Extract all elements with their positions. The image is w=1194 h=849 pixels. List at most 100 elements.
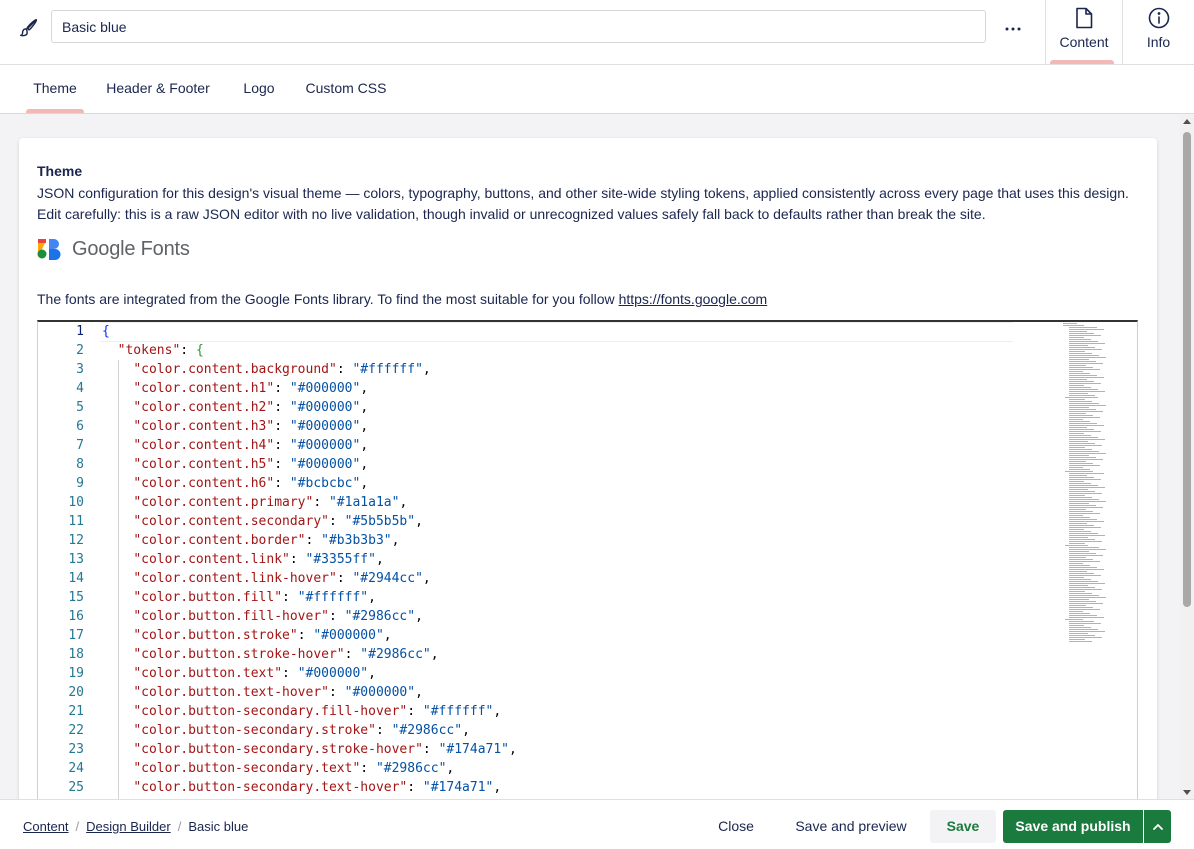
minimap-line bbox=[1069, 487, 1105, 488]
minimap-line bbox=[1063, 323, 1077, 324]
json-value: "#000000" bbox=[289, 457, 361, 472]
minimap-line bbox=[1069, 551, 1089, 552]
line-number: 6 bbox=[76, 419, 84, 434]
code-line: "color.button.fill": "#ffffff", bbox=[133, 590, 376, 605]
minimap-line bbox=[1069, 501, 1106, 502]
minimap-line bbox=[1069, 611, 1083, 612]
minimap-line bbox=[1069, 435, 1091, 436]
minimap-line bbox=[1069, 383, 1101, 384]
minimap-line bbox=[1069, 571, 1087, 572]
code-line: "color.content.h6": "#bcbcbc", bbox=[133, 476, 369, 491]
json-value: "#000000" bbox=[289, 419, 361, 434]
breadcrumb-content[interactable]: Content bbox=[23, 819, 69, 834]
json-value: "#2986cc" bbox=[344, 609, 416, 624]
tab-theme[interactable]: Theme bbox=[26, 65, 84, 113]
save-and-preview-button[interactable]: Save and preview bbox=[785, 810, 917, 843]
minimap-line bbox=[1069, 431, 1101, 432]
fonts-note: The fonts are integrated from the Google… bbox=[37, 291, 767, 307]
minimap-line bbox=[1069, 497, 1092, 498]
theme-title: Theme bbox=[37, 163, 83, 179]
line-number: 5 bbox=[76, 400, 84, 415]
json-brace: { bbox=[102, 324, 110, 339]
google-fonts-link[interactable]: https://fonts.google.com bbox=[619, 291, 768, 307]
minimap-line bbox=[1065, 619, 1083, 620]
minimap-line bbox=[1069, 561, 1100, 562]
minimap-line bbox=[1069, 365, 1086, 366]
minimap-line bbox=[1069, 389, 1098, 390]
tab-custom-css[interactable]: Custom CSS bbox=[304, 65, 388, 113]
json-key: "color.content.h2" bbox=[133, 400, 275, 415]
minimap-line bbox=[1069, 489, 1088, 490]
line-number: 3 bbox=[76, 362, 84, 377]
minimap-line bbox=[1069, 579, 1091, 580]
scroll-down-arrow-icon[interactable] bbox=[1183, 790, 1191, 795]
line-number: 4 bbox=[76, 381, 84, 396]
minimap-line bbox=[1069, 357, 1106, 358]
line-number: 10 bbox=[68, 495, 84, 510]
editor-minimap[interactable] bbox=[1063, 323, 1123, 653]
minimap-line bbox=[1069, 641, 1092, 642]
tab-header-footer[interactable]: Header & Footer bbox=[103, 65, 213, 113]
minimap-line bbox=[1069, 607, 1093, 608]
scroll-up-arrow-icon[interactable] bbox=[1183, 119, 1191, 124]
line-number: 9 bbox=[76, 476, 84, 491]
google-fonts-wordmark: Google Fonts bbox=[72, 237, 190, 260]
minimap-line bbox=[1069, 517, 1090, 518]
minimap-line bbox=[1069, 559, 1093, 560]
minimap-line bbox=[1069, 391, 1105, 392]
line-number: 14 bbox=[68, 571, 84, 586]
minimap-line bbox=[1069, 595, 1099, 596]
minimap-line bbox=[1069, 547, 1099, 548]
json-value: "#1a1a1a" bbox=[328, 495, 400, 510]
code-line: "color.content.h5": "#000000", bbox=[133, 457, 369, 472]
more-options-button[interactable] bbox=[1000, 16, 1026, 42]
json-editor[interactable]: 1 2 3 4 5 6 7 8 9 10 11 12 13 14 15 16 17 18 19 20 21 22 23 24 2… bbox=[37, 320, 1138, 799]
page-scrollbar[interactable] bbox=[1180, 115, 1194, 799]
tab-header-footer-label: Header & Footer bbox=[106, 80, 210, 96]
line-number: 18 bbox=[68, 647, 84, 662]
line-number: 11 bbox=[68, 514, 84, 529]
code-line: "color.content.h4": "#000000", bbox=[133, 438, 369, 453]
breadcrumb-design-builder[interactable]: Design Builder bbox=[86, 819, 171, 834]
minimap-line bbox=[1069, 363, 1103, 364]
minimap-line bbox=[1069, 481, 1084, 482]
json-key: "color.content.h6" bbox=[133, 476, 275, 491]
line-number: 22 bbox=[68, 723, 84, 738]
minimap-line bbox=[1069, 417, 1100, 418]
scroll-thumb[interactable] bbox=[1183, 132, 1191, 607]
minimap-line bbox=[1069, 441, 1088, 442]
minimap-line bbox=[1069, 341, 1098, 342]
minimap-line bbox=[1069, 387, 1091, 388]
minimap-line bbox=[1069, 581, 1098, 582]
save-and-publish-button[interactable]: Save and publish bbox=[1003, 810, 1143, 843]
minimap-line bbox=[1069, 359, 1089, 360]
minimap-line bbox=[1069, 447, 1085, 448]
publish-options-button[interactable] bbox=[1144, 810, 1171, 843]
json-value: "#bcbcbc" bbox=[289, 476, 361, 491]
json-value: "#2986cc" bbox=[360, 647, 431, 662]
json-value: "#000000" bbox=[344, 685, 416, 700]
json-key: "color.button-secondary.text-hover" bbox=[133, 780, 408, 795]
minimap-line bbox=[1069, 639, 1085, 640]
breadcrumb: Content / Design Builder / Basic blue bbox=[23, 819, 248, 834]
minimap-line bbox=[1069, 419, 1083, 420]
design-name-input[interactable] bbox=[51, 10, 986, 43]
tab-logo[interactable]: Logo bbox=[238, 65, 280, 113]
chevron-up-icon bbox=[1152, 823, 1163, 830]
content-app-button[interactable]: Content bbox=[1045, 0, 1122, 64]
close-button[interactable]: Close bbox=[704, 810, 768, 843]
save-button[interactable]: Save bbox=[930, 810, 996, 843]
code-area[interactable]: { "tokens": { "color.content.background"… bbox=[100, 322, 1013, 799]
minimap-line bbox=[1069, 461, 1086, 462]
minimap-line bbox=[1069, 529, 1084, 530]
info-app-button[interactable]: Info bbox=[1122, 0, 1194, 64]
code-line: "color.content.primary": "#1a1a1a", bbox=[133, 495, 408, 510]
minimap-line bbox=[1069, 633, 1088, 634]
minimap-line bbox=[1069, 351, 1085, 352]
json-value: "#ffffff" bbox=[422, 704, 494, 719]
tab-custom-css-label: Custom CSS bbox=[305, 80, 387, 96]
minimap-line bbox=[1069, 577, 1084, 578]
footer-bar: Content / Design Builder / Basic blue Cl… bbox=[0, 799, 1194, 849]
content-app-label: Content bbox=[1059, 34, 1109, 50]
minimap-line bbox=[1069, 467, 1083, 468]
